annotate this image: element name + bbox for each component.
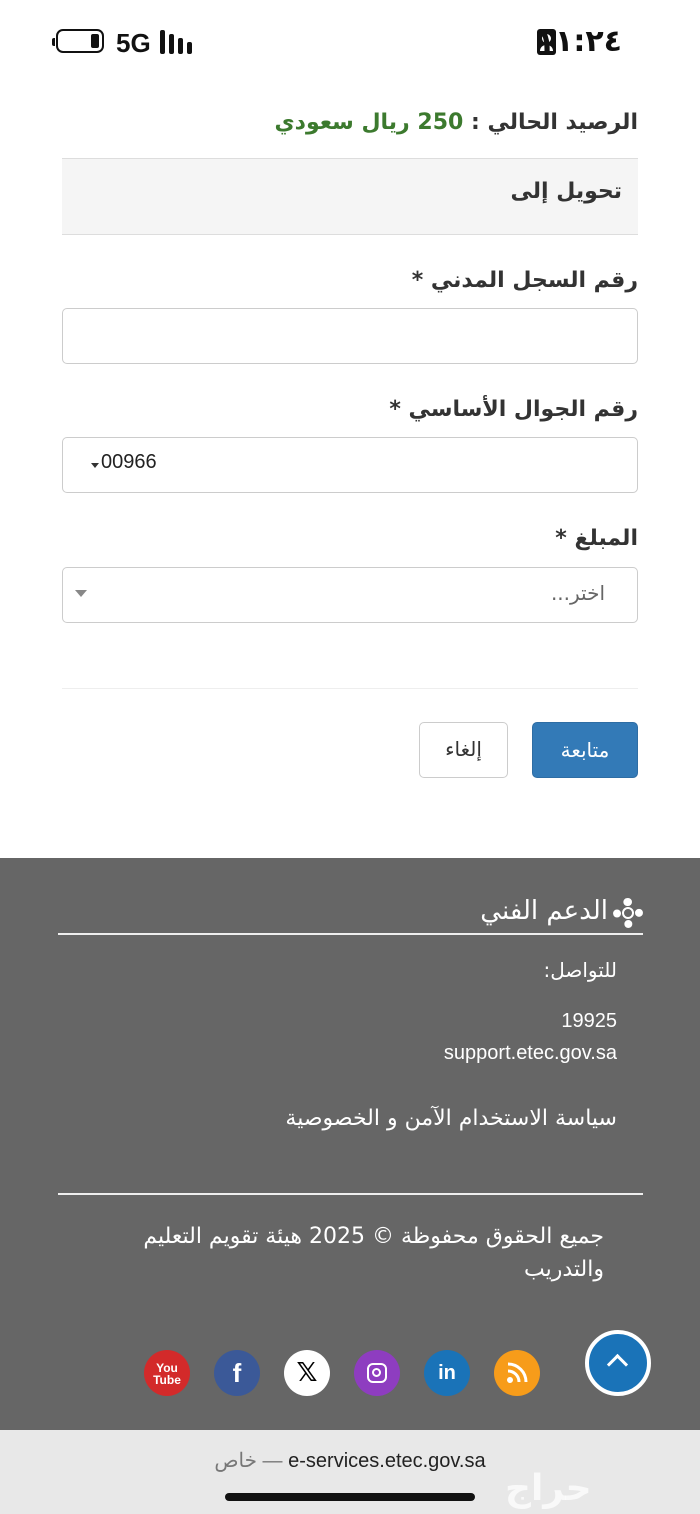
country-code[interactable]: 00966 [101, 451, 157, 474]
youtube-icon[interactable]: You Tube [144, 1350, 190, 1396]
home-indicator[interactable] [225, 1493, 475, 1501]
youtube-glyph: You Tube [153, 1360, 181, 1387]
signal-icon [160, 30, 198, 54]
facebook-icon[interactable]: f [214, 1350, 260, 1396]
chevron-down-icon [75, 590, 87, 597]
amount-placeholder: اختر... [550, 581, 605, 605]
network-type: 5G [116, 28, 151, 58]
footer-divider-2 [58, 1193, 643, 1195]
url-line[interactable]: خاص — e-services.etec.gov.sa [0, 1448, 700, 1473]
copyright-text: جميع الحقوق محفوظة © 2025 هيئة تقويم الت… [143, 1224, 604, 1282]
x-icon[interactable]: 𝕏 [284, 1350, 330, 1396]
amount-select[interactable]: اختر... [62, 567, 638, 623]
footer-divider [58, 933, 643, 935]
continue-button[interactable]: متابعة [532, 722, 638, 778]
back-to-top-button[interactable] [585, 1330, 651, 1396]
facebook-glyph: f [232, 1358, 242, 1388]
linkedin-glyph: in [438, 1362, 456, 1384]
linkedin-icon[interactable]: in [424, 1350, 470, 1396]
browser-url-bar[interactable]: خاص — e-services.etec.gov.sa حراج [0, 1430, 700, 1514]
support-title: الدعم الفني [480, 896, 608, 926]
contact-label: للتواصل: [543, 958, 617, 982]
support-phone[interactable]: 19925 [561, 1010, 617, 1033]
status-bar: 5G ١١:٢٤ [0, 0, 700, 84]
support-email[interactable]: support.etec.gov.sa [444, 1042, 617, 1065]
status-time: ١١:٢٤ [536, 24, 622, 59]
balance-value: 250 ريال سعودي [274, 110, 464, 135]
rss-icon[interactable] [494, 1350, 540, 1396]
cancel-button[interactable]: إلغاء [419, 722, 508, 778]
watermark-logo: حراج [505, 1468, 592, 1509]
amount-label: المبلغ * [555, 526, 638, 551]
battery-icon [52, 29, 104, 53]
lifebuoy-icon [613, 898, 643, 928]
national-id-field[interactable] [62, 308, 638, 364]
footer: الدعم الفني للتواصل: 19925 support.etec.… [0, 858, 700, 1430]
section-title: تحويل إلى [510, 179, 622, 204]
instagram-icon[interactable] [354, 1350, 400, 1396]
mobile-label: رقم الجوال الأساسي * [389, 397, 638, 422]
balance-line: الرصيد الحالي : 250 ريال سعودي [274, 110, 638, 135]
transfer-panel-heading: تحويل إلى [62, 158, 638, 235]
national-id-label: رقم السجل المدني * [411, 268, 638, 293]
country-code-caret-icon[interactable] [91, 463, 99, 468]
private-mode-label: خاص — [214, 1450, 283, 1472]
balance-label: الرصيد الحالي : [471, 110, 638, 135]
x-glyph: 𝕏 [296, 1358, 318, 1388]
url-text[interactable]: e-services.etec.gov.sa [288, 1450, 486, 1472]
privacy-policy-link[interactable]: سياسة الاستخدام الآمن و الخصوصية [285, 1106, 617, 1131]
form-divider [62, 688, 638, 689]
mobile-field[interactable]: 00966 [62, 437, 638, 493]
